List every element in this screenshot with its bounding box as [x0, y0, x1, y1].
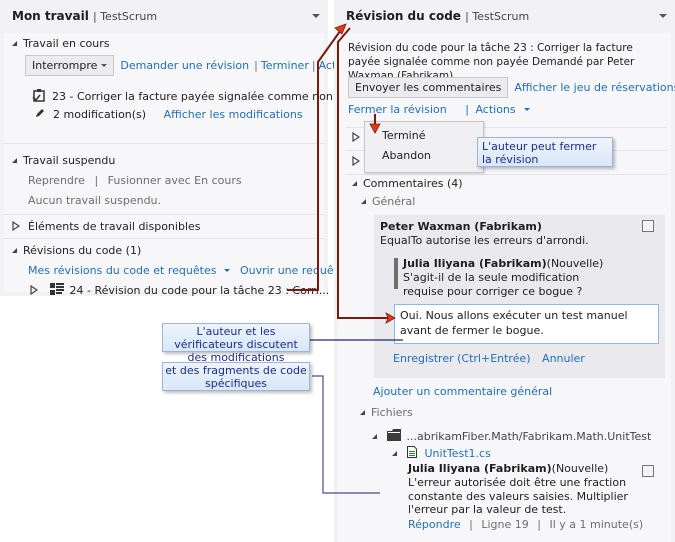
new-badge: (Nouvelle) — [546, 257, 604, 270]
file-comment-text: L'erreur autorisée doit être une fractio… — [408, 476, 628, 516]
file-comment-header: Julia Iliyana (Fabrikam)(Nouvelle) — [408, 462, 608, 475]
reply-actions: Enregistrer (Ctrl+Entrée) Annuler — [393, 352, 585, 365]
file-comment-footer: Répondre | Ligne 19 | Il y a 1 minute(s) — [408, 518, 644, 531]
expand-right-icon — [30, 285, 38, 295]
timestamp: Il y a 1 minute(s) — [549, 518, 644, 531]
cancel-link[interactable]: Annuler — [542, 352, 585, 365]
general-header[interactable]: Général — [361, 195, 415, 208]
chevron-down-icon — [101, 64, 108, 67]
reply-link[interactable]: Répondre — [408, 518, 461, 531]
expand-down-icon — [12, 41, 17, 46]
pencil-icon — [36, 109, 44, 117]
reply-quote-bar — [394, 258, 398, 289]
expand-down-icon — [372, 434, 377, 439]
expand-down-icon — [352, 181, 357, 186]
file-row[interactable]: UnitTest1.cs — [392, 446, 491, 460]
send-comments-button[interactable]: Envoyer les commentaires — [348, 77, 509, 98]
expand-down-icon — [361, 199, 366, 204]
comments-header[interactable]: Commentaires (4) — [352, 177, 463, 190]
chevron-down-icon — [523, 108, 530, 111]
changes-row: 2 modification(s) Afficher les modificat… — [34, 107, 303, 121]
task-clipboard-icon — [32, 89, 45, 102]
add-general-comment-link[interactable]: Ajouter un commentaire général — [373, 385, 552, 398]
callout-discuss: L'auteur et les vérificateurs discutent … — [162, 323, 310, 364]
panel-context: | TestScrum — [465, 10, 530, 23]
finish-link[interactable]: Terminer — [261, 59, 309, 72]
panel-context: | TestScrum — [93, 10, 158, 23]
suspend-button[interactable]: Interrompre — [25, 55, 115, 76]
actions-menu[interactable]: Actions — [475, 103, 530, 116]
files-header[interactable]: Fichiers — [360, 406, 413, 419]
merge-link[interactable]: Fusionner avec En cours — [108, 174, 242, 187]
work-item-row[interactable]: 23 - Corriger la facture payée signalée … — [32, 88, 370, 103]
panel-dropdown-icon[interactable] — [312, 14, 320, 18]
menu-item-abandon[interactable]: Abandon — [382, 149, 431, 162]
reply-input[interactable]: Oui. Nous allons exécuter un test manuel… — [394, 304, 659, 344]
review-actions-row: Fermer la révision | Actions — [348, 103, 530, 116]
in-progress-toolbar: Interrompre Demander une révision | Term… — [25, 55, 369, 76]
folder-icon — [386, 429, 401, 441]
request-review-link[interactable]: Demander une révision — [120, 59, 249, 72]
resume-link[interactable]: Reprendre — [28, 174, 85, 187]
section-in-progress-header[interactable]: Travail en cours — [12, 37, 109, 50]
reply-text: S'agit-il de la seule modification requi… — [403, 271, 583, 298]
comment-text: EqualTo autorise les erreurs d'arrondi. — [380, 234, 589, 247]
chevron-down-icon — [224, 269, 231, 272]
reply-author: Julia Iliyana (Fabrikam) — [403, 257, 547, 270]
panel-title: Mon travail | TestScrum — [12, 9, 158, 23]
reply-header: Julia Iliyana (Fabrikam)(Nouvelle) — [403, 257, 603, 270]
close-review-menu: Terminé Abandon — [364, 121, 484, 173]
file-icon — [406, 446, 417, 458]
comment-author: Peter Waxman (Fabrikam) — [380, 220, 542, 233]
review-toolbar: Envoyer les commentaires Afficher le jeu… — [348, 77, 675, 98]
section-available-header[interactable]: Éléments de travail disponibles — [12, 220, 201, 233]
folder-row[interactable]: ...abrikamFiber.Math/Fabrikam.Math.UnitT… — [372, 429, 651, 443]
code-review-links: Mes révisions du code et requêtes Ouvrir… — [28, 264, 345, 277]
expand-right-icon[interactable] — [352, 132, 360, 142]
panel-header: Révision du code | TestScrum — [334, 0, 675, 32]
suspended-empty-text: Aucun travail suspendu. — [28, 194, 162, 207]
callout-close-review: L'auteur peut fermer la révision — [477, 137, 613, 167]
code-review-icon — [49, 283, 64, 295]
panel-title: Révision du code | TestScrum — [346, 9, 530, 23]
divider — [345, 174, 667, 175]
close-review-link[interactable]: Fermer la révision — [348, 103, 447, 116]
view-shelveset-link[interactable]: Afficher le jeu de réservations — [514, 81, 675, 94]
save-link[interactable]: Enregistrer (Ctrl+Entrée) — [393, 352, 531, 365]
panel-dropdown-icon[interactable] — [659, 14, 667, 18]
resolve-checkbox[interactable] — [642, 220, 654, 232]
section-suspended-header[interactable]: Travail suspendu — [12, 154, 115, 167]
line-number: Ligne 19 — [481, 518, 529, 531]
divider — [4, 214, 324, 215]
panel-header: Mon travail | TestScrum — [0, 0, 328, 32]
divider — [4, 143, 324, 144]
suspended-actions: Reprendre | Fusionner avec En cours — [28, 174, 242, 187]
callout-snippets: et des fragments de code spécifiques — [162, 362, 310, 391]
section-code-reviews-header[interactable]: Révisions du code (1) — [12, 244, 141, 257]
my-reviews-dropdown[interactable]: Mes révisions du code et requêtes — [28, 264, 231, 277]
divider — [4, 238, 324, 239]
expand-down-icon — [392, 451, 397, 456]
expand-down-icon — [12, 248, 17, 253]
expand-right-icon[interactable] — [352, 156, 360, 166]
expand-right-icon — [12, 221, 20, 231]
menu-item-done[interactable]: Terminé — [382, 129, 425, 142]
new-badge: (Nouvelle) — [551, 462, 609, 475]
open-query-link[interactable]: Ouvrir une requête — [240, 264, 345, 277]
expand-down-icon — [360, 410, 365, 415]
code-review-item[interactable]: 24 - Révision du code pour la tâche 23 :… — [30, 283, 329, 297]
file-link[interactable]: UnitTest1.cs — [425, 447, 491, 460]
expand-down-icon — [12, 158, 17, 163]
view-changes-link[interactable]: Afficher les modifications — [164, 108, 303, 121]
comment-author: Julia Iliyana (Fabrikam) — [408, 462, 552, 475]
